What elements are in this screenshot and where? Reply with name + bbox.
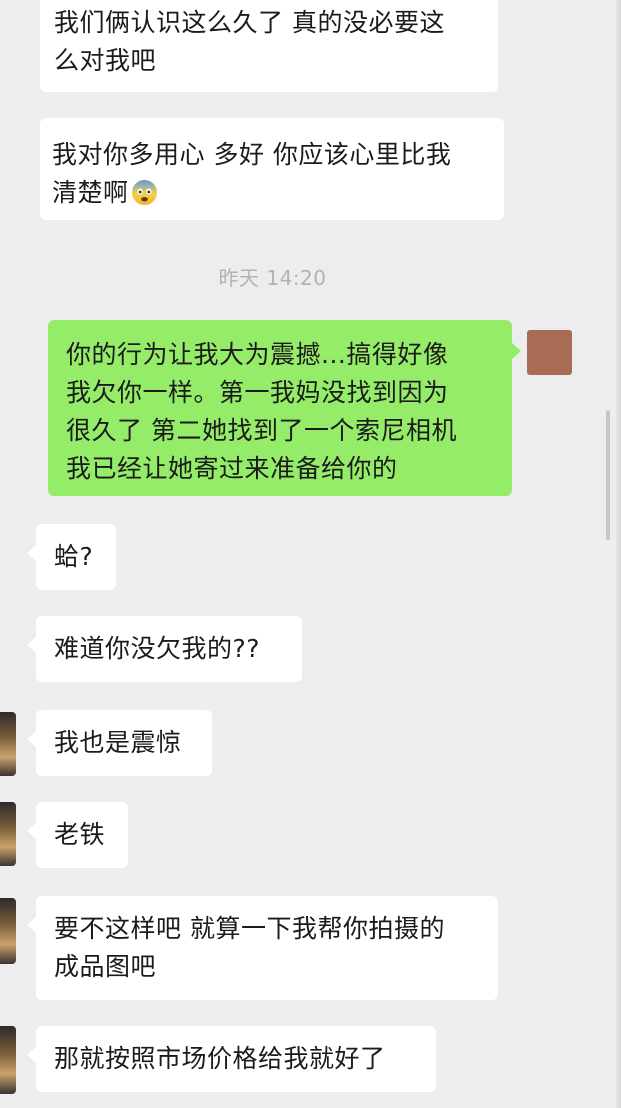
my-avatar[interactable] [527, 330, 572, 375]
message-text: 我们俩认识这么久了 真的没必要这 么对我吧 [54, 8, 445, 75]
message-bubble-incoming[interactable]: 蛤? [27, 524, 116, 590]
message-bubble-incoming[interactable]: 难道你没欠我的?? [27, 616, 302, 682]
message-bubble-incoming[interactable]: 我对你多用心 多好 你应该心里比我 清楚啊 [40, 118, 504, 220]
message-text: 老铁 [54, 820, 106, 849]
message-text: 要不这样吧 就算一下我帮你拍摄的 成品图吧 [54, 914, 445, 981]
contact-avatar[interactable] [0, 802, 16, 866]
message-bubble-incoming[interactable]: 要不这样吧 就算一下我帮你拍摄的 成品图吧 [27, 896, 498, 1000]
chat-scrollbar[interactable] [606, 410, 610, 540]
message-text: 那就按照市场价格给我就好了 [54, 1044, 386, 1073]
frame-edge [616, 0, 621, 1108]
message-text: 蛤? [54, 542, 94, 571]
anxious-face-emoji-icon [131, 179, 157, 206]
message-text: 我对你多用心 多好 你应该心里比我 清楚啊 [52, 140, 452, 207]
contact-avatar[interactable] [0, 1026, 16, 1094]
message-timestamp: 昨天 14:20 [218, 266, 327, 290]
message-text: 你的行为让我大为震撼...搞得好像 我欠你一样。第一我妈没找到因为 很久了 第二… [66, 340, 457, 483]
frame-edge [0, 90, 3, 240]
message-bubble-incoming[interactable]: 我也是震惊 [27, 710, 212, 776]
message-bubble-incoming[interactable]: 我们俩认识这么久了 真的没必要这 么对我吧 [40, 0, 498, 92]
message-bubble-outgoing[interactable]: 你的行为让我大为震撼...搞得好像 我欠你一样。第一我妈没找到因为 很久了 第二… [48, 320, 521, 496]
message-bubble-incoming[interactable]: 老铁 [27, 802, 128, 868]
message-text: 我也是震惊 [54, 728, 182, 757]
contact-avatar[interactable] [0, 712, 16, 776]
message-text: 难道你没欠我的?? [54, 634, 261, 663]
message-bubble-incoming[interactable]: 那就按照市场价格给我就好了 [27, 1026, 436, 1092]
chat-view: 我们俩认识这么久了 真的没必要这 么对我吧 我对你多用心 多好 你应该心里比我 … [0, 0, 621, 1108]
contact-avatar[interactable] [0, 898, 16, 964]
